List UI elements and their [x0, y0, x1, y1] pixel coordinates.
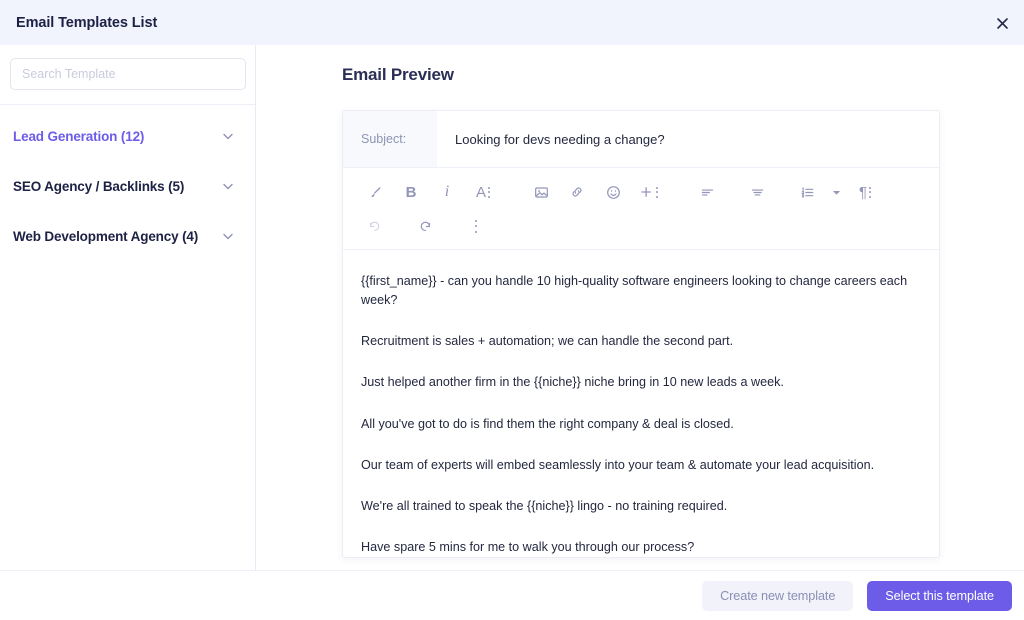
align-center-icon[interactable]	[743, 178, 771, 206]
text-style-dots	[488, 186, 490, 198]
sidebar-item-lead-generation[interactable]: Lead Generation (12)	[0, 111, 255, 161]
email-paragraph: {{first_name}} - can you handle 10 high-…	[361, 274, 908, 308]
email-preview-card: Subject: Looking for devs needing a chan…	[342, 110, 940, 558]
paragraph-glyph: ¶	[858, 183, 868, 201]
sidebar-item-web-development-agency[interactable]: Web Development Agency (4)	[0, 211, 255, 261]
link-icon[interactable]	[563, 178, 591, 206]
italic-icon[interactable]: i	[433, 178, 461, 206]
text-style-icon[interactable]: A	[469, 178, 497, 206]
select-this-template-button[interactable]: Select this template	[867, 580, 1012, 611]
email-paragraph: All you've got to do is find them the ri…	[361, 416, 734, 431]
close-icon[interactable]	[990, 11, 1014, 35]
insert-dots	[656, 186, 658, 198]
email-body[interactable]: {{first_name}} - can you handle 10 high-…	[343, 250, 939, 557]
align-left-icon[interactable]	[693, 178, 721, 206]
category-label: Web Development Agency (4)	[13, 228, 199, 244]
ordered-list-dropdown-icon[interactable]	[829, 178, 843, 206]
more-options-icon[interactable]	[461, 212, 489, 240]
preview-panel: Email Preview Subject: Looking for devs …	[256, 45, 1024, 570]
create-new-template-button[interactable]: Create new template	[702, 580, 854, 611]
italic-glyph: i	[444, 183, 450, 200]
email-paragraph: Our team of experts will embed seamlessl…	[361, 457, 875, 472]
subject-value[interactable]: Looking for devs needing a change?	[437, 111, 939, 167]
email-templates-modal: Email Templates List Lead Generation (12…	[0, 0, 1024, 620]
modal-footer: Create new template Select this template	[0, 570, 1024, 620]
email-paragraph: Have spare 5 mins for me to walk you thr…	[361, 539, 695, 554]
email-paragraph: Recruitment is sales + automation; we ca…	[361, 334, 734, 349]
search-input[interactable]	[10, 58, 246, 90]
undo-icon[interactable]	[361, 212, 389, 240]
more-dots	[475, 219, 477, 233]
emoji-icon[interactable]	[599, 178, 627, 206]
paragraph-dots	[869, 186, 872, 198]
toolbar-row-secondary	[343, 209, 939, 243]
modal-header: Email Templates List	[0, 0, 1024, 45]
email-paragraph: We're all trained to speak the {{niche}}…	[361, 498, 728, 513]
brush-icon[interactable]	[361, 178, 389, 206]
bold-glyph: B	[405, 183, 417, 201]
category-label: Lead Generation (12)	[13, 128, 145, 144]
insert-icon[interactable]	[635, 178, 663, 206]
sidebar-item-seo-agency-backlinks[interactable]: SEO Agency / Backlinks (5)	[0, 161, 255, 211]
templates-sidebar: Lead Generation (12) SEO Agency / Backli…	[0, 45, 256, 570]
ordered-list-icon[interactable]	[793, 178, 821, 206]
category-list: Lead Generation (12) SEO Agency / Backli…	[0, 105, 255, 261]
preview-heading: Email Preview	[342, 65, 454, 84]
category-label: SEO Agency / Backlinks (5)	[13, 178, 185, 194]
redo-icon[interactable]	[411, 212, 439, 240]
image-icon[interactable]	[527, 178, 555, 206]
search-container	[0, 45, 255, 104]
paragraph-icon[interactable]: ¶	[851, 178, 879, 206]
email-paragraph: Just helped another firm in the {{niche}…	[361, 375, 784, 390]
bold-icon[interactable]: B	[397, 178, 425, 206]
chevron-down-icon[interactable]	[221, 179, 235, 193]
chevron-down-icon[interactable]	[221, 229, 235, 243]
subject-label: Subject:	[343, 111, 437, 167]
page-title: Email Templates List	[16, 14, 158, 31]
editor-toolbar: B i A ¶	[343, 168, 939, 250]
toolbar-row-primary: B i A ¶	[343, 175, 939, 209]
text-style-glyph: A	[475, 183, 486, 201]
subject-row: Subject: Looking for devs needing a chan…	[343, 111, 939, 168]
chevron-down-icon[interactable]	[221, 129, 235, 143]
